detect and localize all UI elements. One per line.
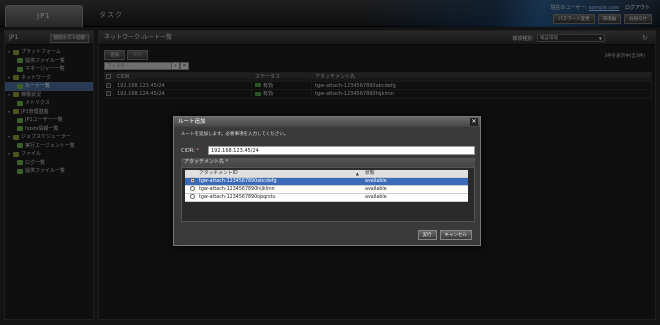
cell-state: available bbox=[365, 179, 387, 184]
radio-cell[interactable] bbox=[185, 186, 197, 193]
radio-col bbox=[185, 170, 197, 177]
radio-cell[interactable] bbox=[185, 178, 197, 185]
dialog-title-bar: ルート追加 ✕ bbox=[174, 117, 480, 127]
radio-button[interactable] bbox=[189, 178, 195, 183]
close-icon[interactable]: ✕ bbox=[470, 118, 478, 126]
cancel-button[interactable]: キャンセル bbox=[439, 230, 472, 240]
cell-state: available bbox=[365, 187, 387, 192]
col-state[interactable]: 状態 bbox=[363, 170, 468, 177]
cell-state: available bbox=[365, 195, 387, 200]
attachment-table: アタッチメントID ▲ 状態 tgw-attach-1234567890abcde… bbox=[181, 167, 475, 222]
dialog-message: ルートを追加します。必要事項を入力してください。 bbox=[181, 132, 289, 137]
attachment-row[interactable]: tgw-attach-1234567890hijklmn available bbox=[185, 186, 468, 194]
app-root: JP1 タスク 現在のユーザー: sample.user ログアウト パスワード… bbox=[0, 0, 660, 325]
cidr-label: CIDR: * bbox=[181, 148, 199, 154]
col-attachment-id-label: アタッチメントID bbox=[199, 171, 238, 176]
col-attachment-id[interactable]: アタッチメントID ▲ bbox=[197, 170, 363, 177]
sort-asc-icon: ▲ bbox=[355, 171, 359, 176]
required-mark: * bbox=[196, 148, 199, 154]
cell-attachment-id: tgw-attach-1234567890hijklmn bbox=[199, 187, 275, 192]
cell-attachment-id: tgw-attach-1234567890abcdefg bbox=[199, 179, 277, 184]
radio-button[interactable] bbox=[189, 186, 195, 191]
cidr-input[interactable]: 192.168.123.45/24 bbox=[208, 146, 475, 155]
radio-cell[interactable] bbox=[185, 194, 197, 201]
radio-button[interactable] bbox=[189, 194, 195, 199]
add-route-dialog: ルート追加 ✕ ルートを追加します。必要事項を入力してください。 CIDR: *… bbox=[173, 116, 481, 246]
attachment-row[interactable]: tgw-attach-1234567890abcdefg available bbox=[185, 178, 468, 186]
attachment-label: アタッチメント先 * bbox=[181, 158, 475, 167]
execute-button[interactable]: 実行 bbox=[417, 230, 437, 240]
cidr-label-text: CIDR: bbox=[181, 148, 195, 154]
cell-attachment-id: tgw-attach-1234567890opqrstu bbox=[199, 195, 276, 200]
dialog-title: ルート追加 bbox=[178, 119, 206, 125]
dialog-buttons: 実行 キャンセル bbox=[417, 230, 472, 240]
attachment-row[interactable]: tgw-attach-1234567890opqrstu available bbox=[185, 194, 468, 202]
attachment-table-header: アタッチメントID ▲ 状態 bbox=[185, 170, 468, 178]
